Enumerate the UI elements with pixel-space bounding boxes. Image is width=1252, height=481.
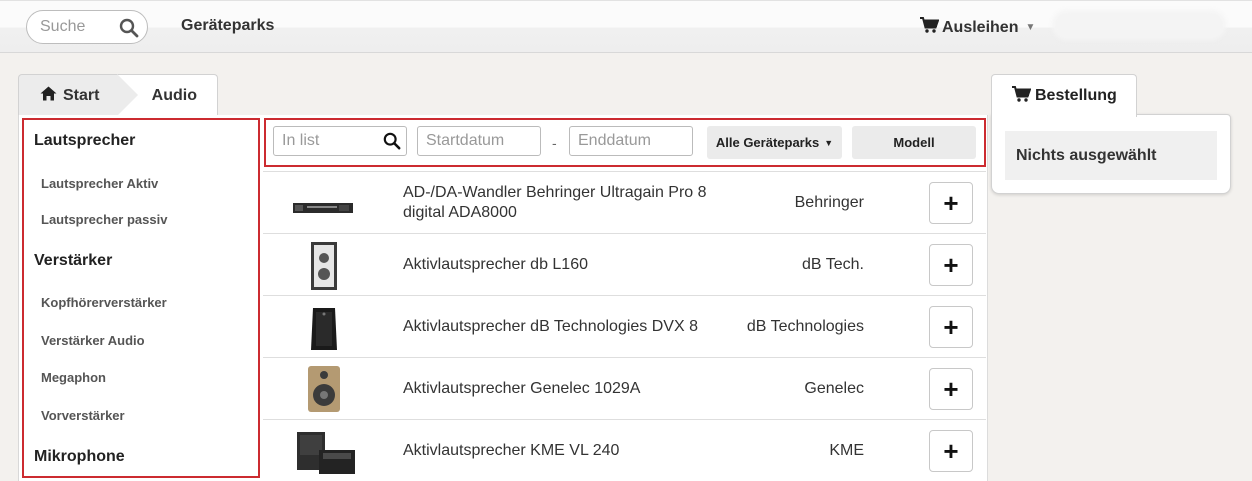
table-row: Aktivlautsprecher KME VL 240 KME +	[263, 419, 986, 481]
item-thumbnail	[289, 426, 359, 476]
cart-icon	[920, 17, 940, 38]
caret-down-icon: ▼	[824, 137, 834, 148]
date-range-separator: -	[552, 135, 557, 151]
table-row: AD-/DA-Wandler Behringer Ultragain Pro 8…	[263, 171, 986, 233]
search-icon[interactable]	[119, 18, 139, 43]
category-lautsprecher-aktiv[interactable]: Lautsprecher Aktiv	[41, 176, 158, 191]
item-brand: Genelec	[804, 380, 864, 397]
breadcrumb-start-label: Start	[63, 86, 100, 104]
category-verstaerker-audio[interactable]: Verstärker Audio	[41, 333, 145, 348]
category-verstaerker[interactable]: Verstärker	[34, 252, 112, 270]
breadcrumb: Start Audio	[18, 74, 218, 116]
item-brand: dB Tech.	[802, 256, 864, 273]
item-name[interactable]: Aktivlautsprecher db L160	[403, 234, 743, 296]
breadcrumb-start[interactable]: Start	[18, 74, 138, 116]
park-select-dropdown[interactable]: Alle Geräteparks ▼	[707, 126, 842, 159]
global-search[interactable]	[26, 10, 148, 44]
park-select-label: Alle Geräteparks	[715, 135, 820, 150]
global-search-input[interactable]	[40, 18, 122, 36]
table-row: Aktivlautsprecher Genelec 1029A Genelec …	[263, 357, 986, 419]
add-item-button[interactable]: +	[929, 244, 973, 286]
category-kopfhoererverstaerker[interactable]: Kopfhörerverstärker	[41, 295, 167, 310]
item-thumbnail	[289, 302, 359, 352]
table-row: Aktivlautsprecher db L160 dB Tech. +	[263, 233, 986, 295]
table-row: Aktivlautsprecher dB Technologies DVX 8 …	[263, 295, 986, 357]
category-vorverstaerker[interactable]: Vorverstärker	[41, 408, 125, 423]
add-item-button[interactable]: +	[929, 368, 973, 410]
item-thumbnail	[289, 240, 359, 290]
order-empty-message: Nichts ausgewählt	[1005, 131, 1217, 180]
home-icon	[40, 86, 57, 106]
item-thumbnail	[289, 178, 359, 228]
item-name[interactable]: AD-/DA-Wandler Behringer Ultragain Pro 8…	[403, 172, 743, 234]
start-date-input[interactable]	[417, 126, 541, 156]
category-lautsprecher[interactable]: Lautsprecher	[34, 132, 135, 150]
item-brand: Behringer	[794, 194, 864, 211]
add-item-button[interactable]: +	[929, 430, 973, 472]
model-sort-button[interactable]: Modell	[852, 126, 976, 159]
user-menu-blurred[interactable]	[1052, 10, 1226, 40]
item-name[interactable]: Aktivlautsprecher dB Technologies DVX 8	[403, 296, 743, 358]
nav-link-geraeteparks[interactable]: Geräteparks	[181, 17, 274, 35]
item-name[interactable]: Aktivlautsprecher Genelec 1029A	[403, 358, 743, 420]
item-thumbnail	[289, 364, 359, 414]
item-brand: KME	[829, 442, 864, 459]
category-mikrophone[interactable]: Mikrophone	[34, 448, 125, 466]
item-brand: dB Technologies	[746, 318, 864, 335]
search-icon[interactable]	[383, 132, 401, 155]
add-item-button[interactable]: +	[929, 182, 973, 224]
item-name[interactable]: Aktivlautsprecher KME VL 240	[403, 420, 743, 481]
order-tab-label: Bestellung	[1035, 87, 1117, 104]
nav-cart-dropdown[interactable]: Ausleihen ▼	[920, 17, 1035, 38]
cart-icon	[1012, 85, 1032, 107]
add-item-button[interactable]: +	[929, 306, 973, 348]
end-date-input[interactable]	[569, 126, 693, 156]
category-lautsprecher-passiv[interactable]: Lautsprecher passiv	[41, 212, 167, 227]
nav-cart-label: Ausleihen	[942, 18, 1019, 36]
tab-bestellung[interactable]: Bestellung	[991, 74, 1137, 117]
category-megaphon[interactable]: Megaphon	[41, 370, 106, 385]
top-navbar: Geräteparks Ausleihen ▼	[0, 0, 1252, 53]
caret-down-icon: ▼	[1025, 22, 1036, 33]
